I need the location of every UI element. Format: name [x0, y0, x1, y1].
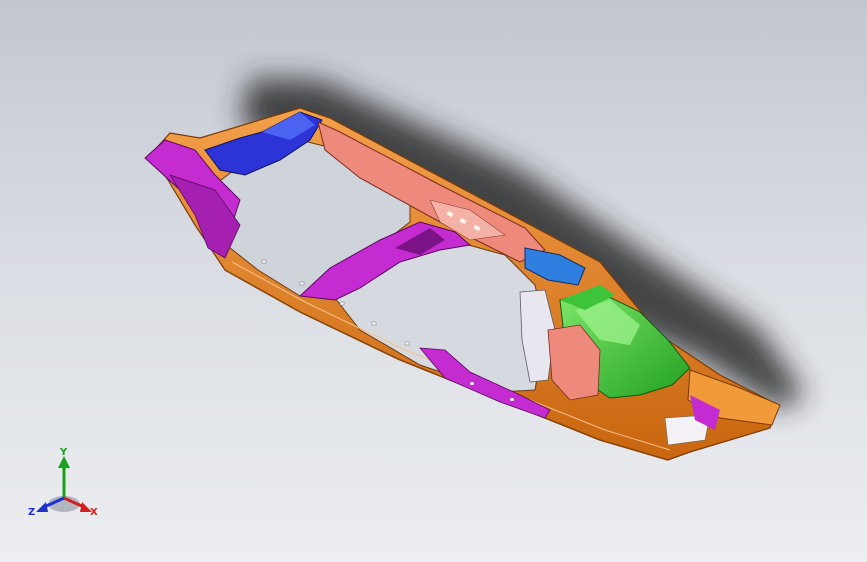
triad-axes-graphic [36, 456, 92, 512]
triad-z-label: Z [28, 507, 36, 518]
triad-y-label: Y [60, 447, 68, 458]
assembly-model[interactable] [0, 0, 867, 562]
view-orientation-triad[interactable]: Y X Z [22, 446, 112, 526]
cad-graphics-viewport[interactable]: Y X Z [0, 0, 867, 562]
triad-x-label: X [90, 507, 98, 518]
